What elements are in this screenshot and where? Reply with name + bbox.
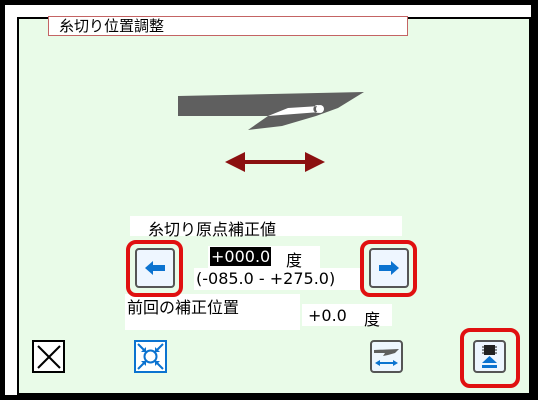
range-text: (-085.0 - +275.0)	[196, 269, 336, 288]
arrow-right-icon	[379, 261, 399, 275]
close-x-icon	[36, 344, 61, 369]
confirm-button[interactable]	[473, 340, 506, 373]
range-display: (-085.0 - +275.0)	[194, 268, 362, 290]
blade-illustration-icon	[178, 92, 364, 130]
zoom-arrows-icon	[137, 343, 164, 370]
double-arrow-icon	[225, 152, 325, 172]
upload-arrow-icon	[482, 345, 497, 368]
main-panel	[17, 17, 531, 395]
prev-value-number: +0.0	[308, 306, 347, 325]
prev-value-unit: 度	[364, 310, 381, 329]
decrease-button[interactable]	[135, 248, 175, 288]
increase-button[interactable]	[369, 248, 409, 288]
prev-position-label-text: 前回の補正位置	[127, 298, 240, 317]
blade-move-icon	[374, 349, 399, 366]
page-title: 糸切り位置調整	[48, 16, 408, 36]
prev-position-value: +0.0 度	[302, 304, 392, 329]
value-field[interactable]: +000.0 度	[208, 246, 320, 270]
screen-inner	[5, 5, 531, 395]
origin-label: 糸切り原点補正値	[130, 216, 402, 239]
prev-position-label: 前回の補正位置	[125, 294, 300, 330]
value-highlight: +000.0	[210, 247, 272, 266]
origin-label-text: 糸切り原点補正値	[148, 220, 277, 239]
close-button[interactable]	[32, 340, 65, 373]
arrow-left-icon	[145, 261, 165, 275]
screen-frame	[0, 0, 538, 400]
blade-move-button[interactable]	[370, 340, 403, 373]
zoom-button[interactable]	[134, 340, 167, 373]
